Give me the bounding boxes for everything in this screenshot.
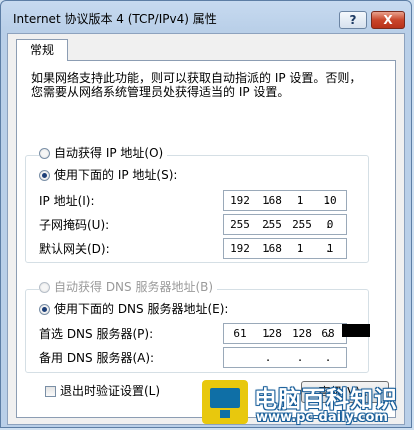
dialog-client-area: 常规 如果网络支持此功能，则可以获取自动指派的 IP 设置。否则， 您需要从网络…	[7, 33, 405, 425]
tab-general[interactable]: 常规	[16, 39, 68, 61]
validate-settings-checkbox[interactable]	[45, 386, 56, 397]
window-title: Internet 协议版本 4 (TCP/IPv4) 属性	[13, 12, 217, 26]
gateway-octet-1: 192	[230, 242, 250, 255]
auto-dns-radio	[39, 282, 50, 293]
validate-settings-label: 退出时验证设置(L)	[60, 384, 161, 398]
default-gateway-input[interactable]: 192 . 168 . 1 . 1	[223, 238, 347, 259]
auto-ip-radio[interactable]	[39, 148, 50, 159]
description-line-2: 您需要从网络系统管理员处获得适当的 IP 设置。	[31, 85, 290, 99]
mask-octet-3: 255	[292, 218, 312, 231]
ip-address-input[interactable]: 192 . 168 . 1 . 10	[223, 190, 347, 211]
preferred-dns-octet-2: 128	[262, 327, 282, 340]
gateway-octet-4: 1	[326, 242, 334, 255]
mask-octet-1: 255	[230, 218, 250, 231]
help-button[interactable]: ?	[339, 11, 367, 29]
site-watermark: 电脑百科知识 www.pc-daily.com	[200, 378, 412, 428]
auto-dns-option: 自动获得 DNS 服务器地址(B)	[39, 279, 218, 295]
computer-monitor-icon	[202, 380, 248, 424]
dialog-window: Internet 协议版本 4 (TCP/IPv4) 属性 ? X 常规 如果网…	[0, 0, 412, 428]
auto-ip-option[interactable]: 自动获得 IP 地址(O)	[39, 145, 168, 161]
octet-separator: .	[264, 351, 272, 364]
preferred-dns-octet-3: 128	[292, 327, 312, 340]
alternate-dns-label: 备用 DNS 服务器(A):	[39, 351, 155, 365]
preferred-dns-octet-4: 68	[321, 327, 335, 340]
gateway-octet-3: 1	[296, 242, 304, 255]
subnet-mask-input[interactable]: 255 . 255 . 255 . 0	[223, 214, 347, 235]
description-text: 如果网络支持此功能，则可以获取自动指派的 IP 设置。否则， 您需要从网络系统管…	[31, 71, 381, 99]
ip-octet-2: 168	[262, 194, 282, 207]
octet-separator: .	[296, 351, 304, 364]
validate-settings-option[interactable]: 退出时验证设置(L)	[45, 383, 160, 399]
ip-octet-3: 1	[296, 194, 304, 207]
mask-octet-2: 255	[262, 218, 282, 231]
preferred-dns-label: 首选 DNS 服务器(P):	[39, 327, 154, 341]
text-caret	[342, 324, 370, 337]
close-button[interactable]: X	[371, 11, 405, 29]
mask-octet-4: 0	[326, 218, 334, 231]
preferred-dns-octet-1: 61	[233, 327, 247, 340]
watermark-title: 电脑百科知识	[254, 387, 398, 413]
ip-octet-1: 192	[230, 194, 250, 207]
manual-dns-radio[interactable]	[39, 304, 50, 315]
alternate-dns-input[interactable]: . . .	[223, 347, 347, 368]
close-icon: X	[383, 13, 393, 27]
gateway-octet-2: 168	[262, 242, 282, 255]
tab-panel-general: 如果网络支持此功能，则可以获取自动指派的 IP 设置。否则， 您需要从网络系统管…	[16, 60, 396, 418]
manual-dns-label: 使用下面的 DNS 服务器地址(E):	[54, 302, 229, 316]
octet-separator: .	[324, 351, 332, 364]
auto-dns-label: 自动获得 DNS 服务器地址(B)	[54, 280, 214, 294]
description-line-1: 如果网络支持此功能，则可以获取自动指派的 IP 设置。否则，	[31, 71, 362, 85]
subnet-mask-label: 子网掩码(U):	[39, 218, 110, 232]
auto-ip-label: 自动获得 IP 地址(O)	[54, 146, 164, 160]
ip-address-label: IP 地址(I):	[39, 194, 95, 208]
manual-ip-option[interactable]: 使用下面的 IP 地址(S):	[39, 167, 182, 183]
manual-ip-label: 使用下面的 IP 地址(S):	[54, 168, 178, 182]
ip-octet-4: 10	[323, 194, 337, 207]
default-gateway-label: 默认网关(D):	[39, 242, 110, 256]
title-bar[interactable]: Internet 协议版本 4 (TCP/IPv4) 属性 ? X	[1, 1, 411, 31]
question-mark-icon: ?	[349, 13, 357, 27]
manual-ip-radio[interactable]	[39, 170, 50, 181]
watermark-url: www.pc-daily.com	[256, 410, 388, 425]
manual-dns-option[interactable]: 使用下面的 DNS 服务器地址(E):	[39, 301, 233, 317]
preferred-dns-input[interactable]: 61 . 128 . 128 . 68	[223, 323, 370, 344]
